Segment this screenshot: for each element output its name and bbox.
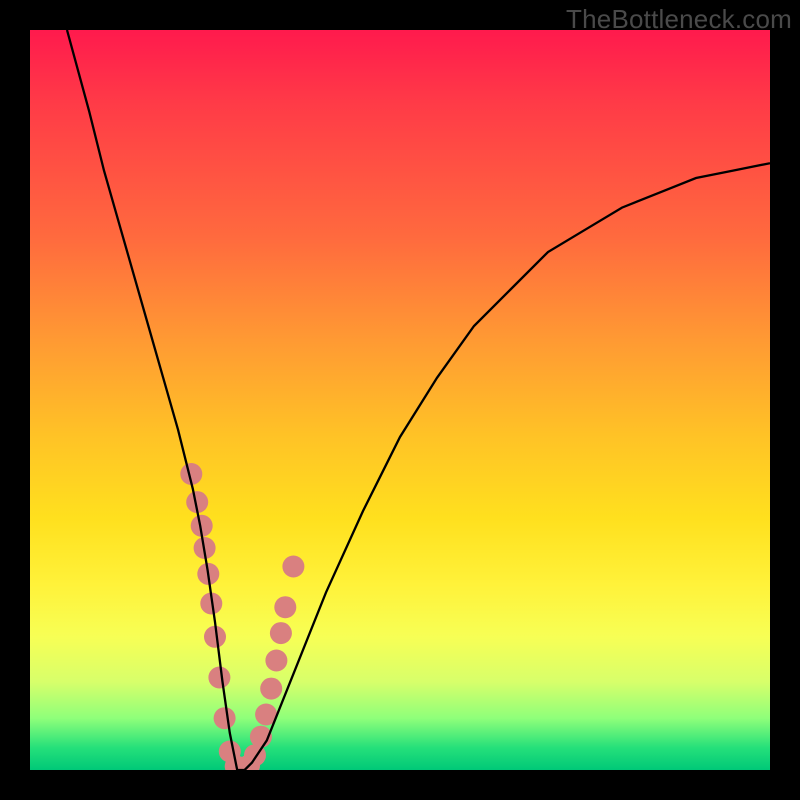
marker-dot (270, 622, 292, 644)
bottleneck-curve (67, 30, 770, 770)
curve-layer (30, 30, 770, 770)
plot-area (30, 30, 770, 770)
highlight-markers (180, 463, 304, 770)
marker-dot (214, 707, 236, 729)
marker-dot (274, 596, 296, 618)
chart-frame: TheBottleneck.com (0, 0, 800, 800)
marker-dot (260, 678, 282, 700)
marker-dot (282, 556, 304, 578)
watermark-label: TheBottleneck.com (566, 4, 792, 35)
marker-dot (208, 667, 230, 689)
marker-dot (265, 650, 287, 672)
